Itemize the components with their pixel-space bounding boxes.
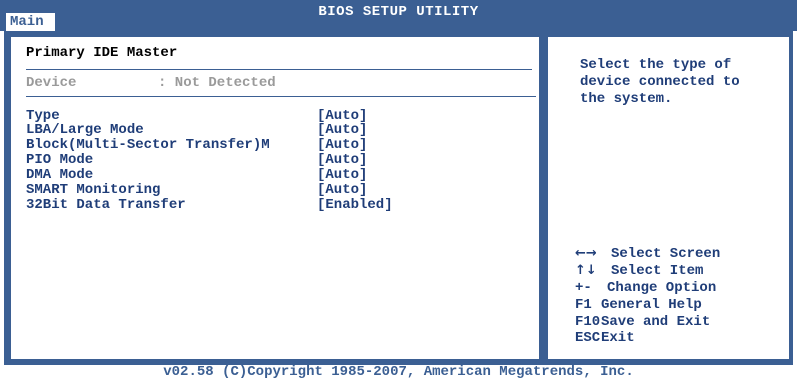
device-label: Device <box>26 75 77 91</box>
window-title: BIOS SETUP UTILITY <box>318 4 479 20</box>
key-hint-action: General Help <box>601 297 702 313</box>
copyright-footer: v02.58 (C)Copyright 1985-2007, American … <box>0 365 797 379</box>
option-lba-large-mode-value[interactable]: [Auto] <box>317 122 367 138</box>
key-hint-save-exit: F10Save and Exit <box>575 314 710 330</box>
key-hint-select-item: ↑↓ Select Item <box>575 263 703 279</box>
option-dma-mode-label[interactable]: DMA Mode <box>26 167 93 183</box>
key-hint-change-option: +- Change Option <box>575 280 716 296</box>
option-lba-large-mode-label[interactable]: LBA/Large Mode <box>26 122 144 138</box>
key-hint-action: Exit <box>601 330 635 346</box>
key-hint-action: Select Item <box>611 263 704 279</box>
key-hint-general-help: F1 General Help <box>575 297 702 313</box>
option-smart-monitoring-value[interactable]: [Auto] <box>317 182 367 198</box>
option-dma-mode-value[interactable]: [Auto] <box>317 167 367 183</box>
option-block-transfer-label[interactable]: Block(Multi-Sector Transfer)M <box>26 137 270 153</box>
key-hint-key: ESC <box>575 330 601 346</box>
left-right-arrows-icon: ←→ <box>575 246 597 261</box>
help-text: Select the type of device connected to t… <box>580 57 740 107</box>
key-hint-action: Save and Exit <box>601 314 711 330</box>
option-pio-mode-value[interactable]: [Auto] <box>317 152 367 168</box>
tab-main[interactable]: Main <box>6 13 55 31</box>
key-hint-key: F10 <box>575 314 601 330</box>
option-pio-mode-label[interactable]: PIO Mode <box>26 152 93 168</box>
device-divider <box>26 96 536 97</box>
key-hint-select-screen: ←→ Select Screen <box>575 246 720 262</box>
key-hint-key: +- <box>575 280 592 296</box>
option-block-transfer-value[interactable]: [Auto] <box>317 137 367 153</box>
option-32bit-transfer-value[interactable]: [Enabled] <box>317 197 393 213</box>
key-hint-action: Select Screen <box>611 246 721 262</box>
up-down-arrows-icon: ↑↓ <box>575 263 597 278</box>
option-smart-monitoring-label[interactable]: SMART Monitoring <box>26 182 160 198</box>
key-hint-key: F1 <box>575 297 592 313</box>
section-divider <box>26 69 532 70</box>
key-hint-action: Change Option <box>607 280 717 296</box>
option-32bit-transfer-label[interactable]: 32Bit Data Transfer <box>26 197 186 213</box>
device-value: : Not Detected <box>158 75 276 91</box>
section-title: Primary IDE Master <box>26 45 178 61</box>
key-hint-exit: ESCExit <box>575 330 635 346</box>
